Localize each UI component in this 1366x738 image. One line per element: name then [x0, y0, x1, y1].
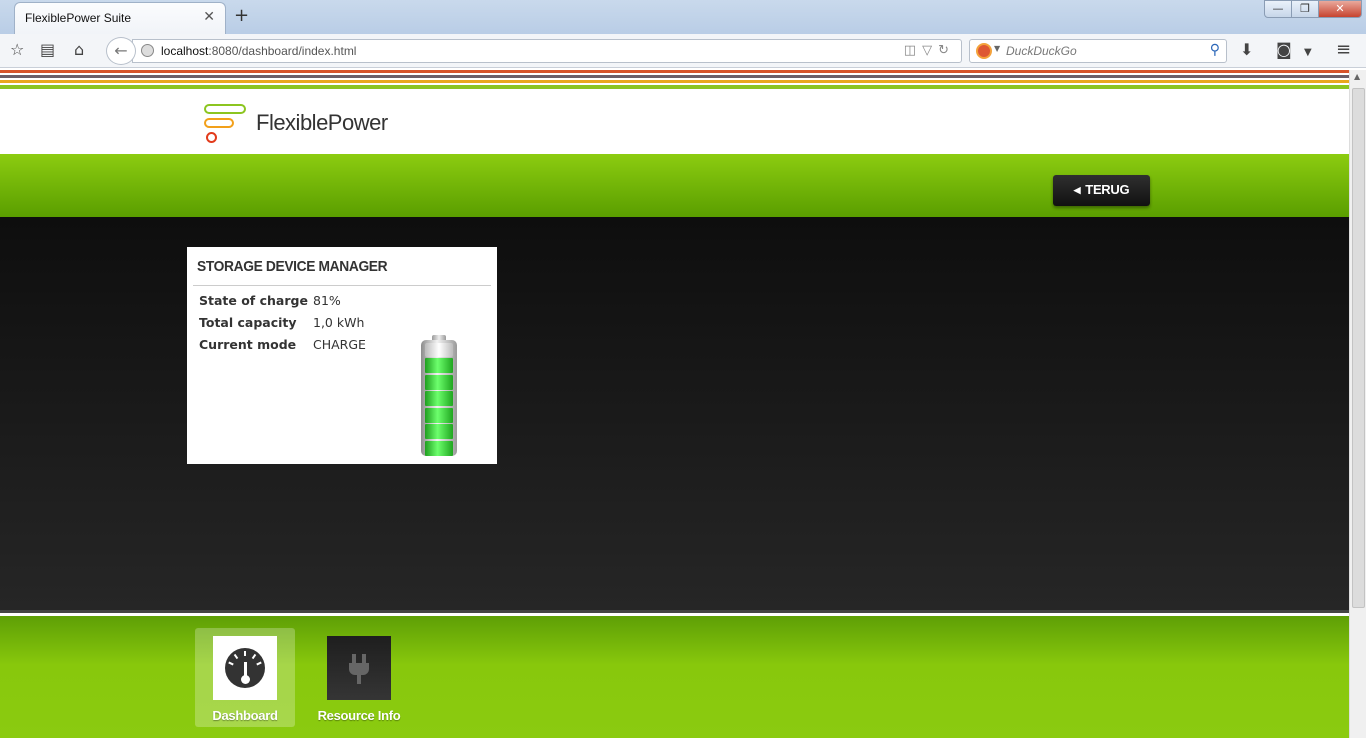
resource-info-tile[interactable] [327, 636, 391, 700]
color-stripes [0, 70, 1349, 92]
green-toolbar: ◀ TERUG [0, 154, 1349, 217]
minimize-button[interactable]: — [1264, 0, 1292, 18]
tab-close-icon[interactable]: ✕ [203, 9, 215, 25]
info-label: State of charge [199, 293, 308, 308]
search-icon[interactable]: ⚲ [1210, 42, 1220, 58]
dropdown-icon[interactable]: ▽ [922, 43, 938, 58]
battery-segment-filled [425, 391, 453, 407]
info-table: State of charge 81% Total capacity 1,0 k… [199, 293, 366, 359]
footer-item-dashboard[interactable]: Dashboard [195, 628, 295, 727]
search-engine-dropdown-icon[interactable]: ▼ [994, 44, 1000, 53]
home-icon[interactable]: ⌂ [74, 41, 84, 59]
url-actions[interactable]: ◫▽↻ [904, 43, 955, 58]
duckduckgo-icon[interactable] [976, 43, 992, 59]
footer-label: Dashboard [212, 708, 278, 723]
dashboard-tile[interactable] [213, 636, 277, 700]
site-identity-icon[interactable] [141, 44, 154, 57]
storage-device-widget[interactable]: STORAGE DEVICE MANAGER State of charge 8… [187, 247, 497, 464]
back-button[interactable]: ← [106, 37, 136, 65]
url-text[interactable]: localhost:8080/dashboard/index.html [161, 44, 356, 58]
reading-list-icon[interactable]: ▤ [40, 41, 55, 59]
back-terug-button[interactable]: ◀ TERUG [1053, 175, 1150, 206]
battery-segment-filled [425, 440, 453, 456]
footer-label: Resource Info [317, 708, 401, 723]
logo-text: FlexiblePower [256, 110, 388, 135]
battery-icon [419, 335, 459, 457]
left-arrow-icon: ◀ [1073, 185, 1081, 195]
restore-button[interactable]: ❐ [1291, 0, 1319, 18]
pocket-save-icon[interactable]: ◙ [1276, 41, 1292, 59]
tab-title: FlexiblePower Suite [25, 11, 132, 25]
back-arrow-icon: ← [114, 41, 128, 60]
info-label: Total capacity [199, 315, 297, 330]
page-viewport: FlexiblePower ◀ TERUG STORAGE DEVICE MANA… [0, 70, 1349, 738]
widget-title: STORAGE DEVICE MANAGER [197, 258, 388, 275]
flexiblepower-logo-icon [204, 104, 250, 144]
browser-tab[interactable]: FlexiblePower Suite ✕ [14, 2, 226, 34]
battery-segment-empty [425, 343, 453, 357]
footer-nav: Dashboard Resource Info [0, 616, 1349, 738]
info-row: Current mode CHARGE [199, 337, 366, 359]
battery-segment-filled [425, 358, 453, 373]
main-content: STORAGE DEVICE MANAGER State of charge 8… [0, 217, 1349, 613]
download-icon[interactable]: ⬇ [1240, 41, 1253, 59]
footer-item-resource-info[interactable]: Resource Info [309, 628, 409, 727]
info-value: 81% [313, 293, 341, 308]
scroll-up-arrow-icon[interactable]: ▲ [1354, 72, 1360, 81]
url-bar[interactable]: localhost:8080/dashboard/index.html ◫▽↻ [132, 39, 962, 63]
info-row: Total capacity 1,0 kWh [199, 315, 366, 337]
pocket-icon[interactable]: ◫ [904, 43, 922, 58]
battery-body [421, 340, 457, 456]
window-controls: — ❐ ✕ [1264, 0, 1362, 18]
stripe-green [0, 85, 1349, 89]
battery-segment-filled [425, 374, 453, 390]
reload-icon[interactable]: ↻ [938, 43, 955, 58]
page-scrollbar[interactable]: ▲ [1349, 70, 1366, 738]
new-tab-icon[interactable]: + [234, 5, 249, 26]
bookmark-star-icon[interactable]: ☆ [10, 41, 24, 59]
widget-divider [193, 285, 491, 286]
search-bar[interactable]: ▼ DuckDuckGo ⚲ [969, 39, 1227, 63]
terug-label: TERUG [1085, 182, 1130, 197]
dashboard-gauge-icon [225, 648, 265, 688]
plug-icon [346, 654, 372, 684]
search-input[interactable]: DuckDuckGo [1006, 44, 1077, 58]
menu-hamburger-icon[interactable]: ≡ [1336, 41, 1351, 59]
close-window-button[interactable]: ✕ [1318, 0, 1362, 18]
browser-titlebar: FlexiblePower Suite ✕ + — ❐ ✕ [0, 0, 1366, 34]
browser-navbar: ☆ ▤ ⌂ localhost:8080/dashboard/index.htm… [0, 34, 1366, 68]
info-row: State of charge 81% [199, 293, 366, 315]
battery-segment-filled [425, 407, 453, 423]
info-label: Current mode [199, 337, 297, 352]
info-value: 1,0 kWh [313, 315, 365, 330]
info-value: CHARGE [313, 337, 366, 352]
battery-segment-filled [425, 424, 453, 440]
overflow-dropdown-icon[interactable]: ▼ [1304, 44, 1312, 62]
site-header: FlexiblePower [0, 92, 1349, 154]
scroll-thumb[interactable] [1352, 88, 1365, 608]
